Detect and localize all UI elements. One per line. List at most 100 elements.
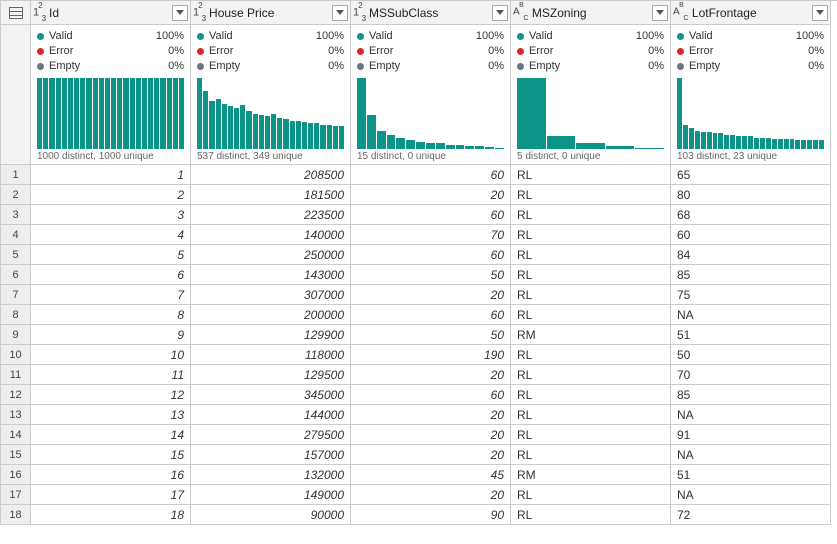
row-number[interactable]: 9 (1, 325, 31, 345)
table-cell[interactable]: 345000 (191, 385, 351, 405)
table-cell[interactable]: 20 (351, 445, 511, 465)
filter-button[interactable] (172, 5, 188, 21)
table-cell[interactable]: 17 (31, 485, 191, 505)
table-cell[interactable]: 68 (671, 205, 831, 225)
table-cell[interactable]: RL (511, 245, 671, 265)
row-number[interactable]: 17 (1, 485, 31, 505)
table-cell[interactable]: 60 (351, 305, 511, 325)
filter-button[interactable] (332, 5, 348, 21)
table-cell[interactable]: NA (671, 305, 831, 325)
table-cell[interactable]: RL (511, 345, 671, 365)
table-cell[interactable]: 16 (31, 465, 191, 485)
table-cell[interactable]: 190 (351, 345, 511, 365)
column-header[interactable]: 123Id (31, 1, 191, 25)
table-cell[interactable]: RL (511, 365, 671, 385)
filter-button[interactable] (812, 5, 828, 21)
table-cell[interactable]: 60 (351, 205, 511, 225)
table-cell[interactable]: 6 (31, 265, 191, 285)
row-number[interactable]: 7 (1, 285, 31, 305)
filter-button[interactable] (652, 5, 668, 21)
table-cell[interactable]: RL (511, 225, 671, 245)
table-cell[interactable]: RL (511, 485, 671, 505)
column-header[interactable]: ABCLotFrontage (671, 1, 831, 25)
table-cell[interactable]: 84 (671, 245, 831, 265)
table-cell[interactable]: 11 (31, 365, 191, 385)
table-cell[interactable]: RL (511, 265, 671, 285)
table-cell[interactable]: 20 (351, 285, 511, 305)
row-number[interactable]: 15 (1, 445, 31, 465)
table-cell[interactable]: RL (511, 445, 671, 465)
row-number[interactable]: 8 (1, 305, 31, 325)
table-cell[interactable]: RL (511, 165, 671, 185)
table-cell[interactable]: 12 (31, 385, 191, 405)
table-cell[interactable]: RL (511, 185, 671, 205)
table-cell[interactable]: 1 (31, 165, 191, 185)
table-cell[interactable]: 51 (671, 325, 831, 345)
table-cell[interactable]: 15 (31, 445, 191, 465)
table-cell[interactable]: NA (671, 405, 831, 425)
table-cell[interactable]: 4 (31, 225, 191, 245)
table-cell[interactable]: 2 (31, 185, 191, 205)
table-cell[interactable]: 50 (671, 345, 831, 365)
table-cell[interactable]: 51 (671, 465, 831, 485)
row-number[interactable]: 16 (1, 465, 31, 485)
table-cell[interactable]: 200000 (191, 305, 351, 325)
table-cell[interactable]: 50 (351, 325, 511, 345)
table-cell[interactable]: 223500 (191, 205, 351, 225)
table-cell[interactable]: 85 (671, 385, 831, 405)
table-cell[interactable]: 157000 (191, 445, 351, 465)
table-cell[interactable]: 80 (671, 185, 831, 205)
table-cell[interactable]: 50 (351, 265, 511, 285)
row-number[interactable]: 11 (1, 365, 31, 385)
row-number[interactable]: 1 (1, 165, 31, 185)
row-number[interactable]: 14 (1, 425, 31, 445)
row-number[interactable]: 13 (1, 405, 31, 425)
table-cell[interactable]: 91 (671, 425, 831, 445)
table-cell[interactable]: NA (671, 485, 831, 505)
table-cell[interactable]: 20 (351, 485, 511, 505)
table-cell[interactable]: 45 (351, 465, 511, 485)
column-header[interactable]: ABCMSZoning (511, 1, 671, 25)
table-cell[interactable]: 5 (31, 245, 191, 265)
table-cell[interactable]: 90 (351, 505, 511, 525)
table-cell[interactable]: 18 (31, 505, 191, 525)
table-cell[interactable]: 307000 (191, 285, 351, 305)
table-cell[interactable]: 70 (671, 365, 831, 385)
row-number[interactable]: 10 (1, 345, 31, 365)
table-cell[interactable]: 7 (31, 285, 191, 305)
table-cell[interactable]: RL (511, 285, 671, 305)
table-cell[interactable]: 20 (351, 405, 511, 425)
table-cell[interactable]: RL (511, 505, 671, 525)
column-header[interactable]: 123House Price (191, 1, 351, 25)
row-number[interactable]: 5 (1, 245, 31, 265)
table-cell[interactable]: 279500 (191, 425, 351, 445)
column-header[interactable]: 123MSSubClass (351, 1, 511, 25)
table-cell[interactable]: 90000 (191, 505, 351, 525)
table-cell[interactable]: 60 (351, 385, 511, 405)
table-cell[interactable]: 14 (31, 425, 191, 445)
table-cell[interactable]: 144000 (191, 405, 351, 425)
table-cell[interactable]: 20 (351, 185, 511, 205)
table-cell[interactable]: 132000 (191, 465, 351, 485)
table-cell[interactable]: 85 (671, 265, 831, 285)
row-number[interactable]: 12 (1, 385, 31, 405)
table-cell[interactable]: 13 (31, 405, 191, 425)
table-cell[interactable]: 20 (351, 365, 511, 385)
table-cell[interactable]: RL (511, 425, 671, 445)
table-cell[interactable]: 60 (671, 225, 831, 245)
table-cell[interactable]: 118000 (191, 345, 351, 365)
table-cell[interactable]: 149000 (191, 485, 351, 505)
table-cell[interactable]: 208500 (191, 165, 351, 185)
row-number[interactable]: 18 (1, 505, 31, 525)
table-cell[interactable]: 129500 (191, 365, 351, 385)
table-cell[interactable]: 3 (31, 205, 191, 225)
table-cell[interactable]: RM (511, 325, 671, 345)
table-cell[interactable]: 75 (671, 285, 831, 305)
row-number[interactable]: 6 (1, 265, 31, 285)
table-cell[interactable]: 20 (351, 425, 511, 445)
table-cell[interactable]: 129900 (191, 325, 351, 345)
table-cell[interactable]: 70 (351, 225, 511, 245)
table-cell[interactable]: RM (511, 465, 671, 485)
row-number[interactable]: 4 (1, 225, 31, 245)
table-corner[interactable] (1, 1, 31, 25)
